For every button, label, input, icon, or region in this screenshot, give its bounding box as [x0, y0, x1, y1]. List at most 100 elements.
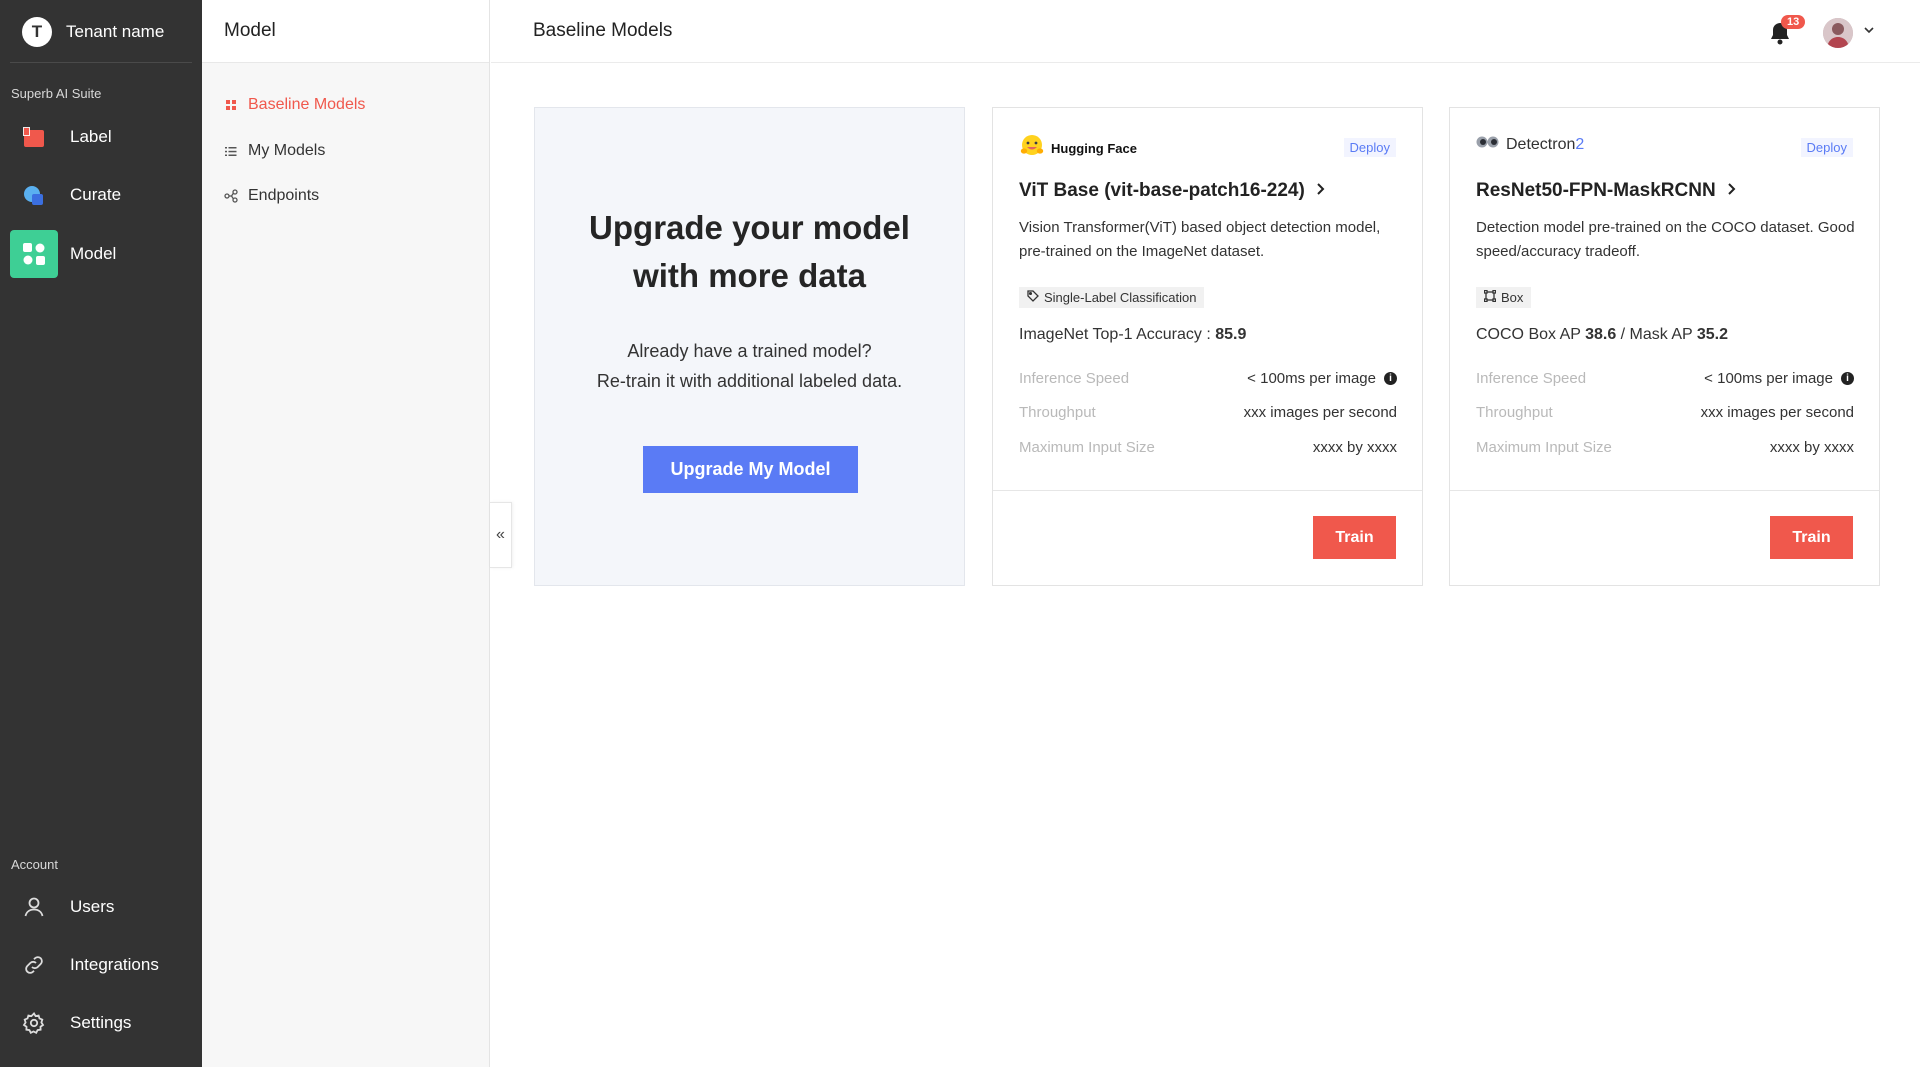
card-divider [1450, 490, 1879, 491]
secondary-sidebar: Model Baseline Models My Models Endpoint… [202, 0, 490, 1067]
sidebar-item-label[interactable]: Label [10, 113, 192, 161]
subnav-item-baseline-models-label: Baseline Models [248, 96, 366, 113]
metric-value: 35.2 [1696, 326, 1728, 343]
sidebar-item-model[interactable]: Model [10, 230, 192, 278]
spec-value-text: < 100ms per image [1704, 370, 1833, 387]
link-icon [20, 951, 48, 979]
model-title: ViT Base (vit-base-patch16-224) [1019, 180, 1305, 201]
model-description: Detection model pre-trained on the COCO … [1476, 219, 1855, 260]
chevron-right-icon [1315, 180, 1325, 202]
model-metric: COCO Box AP 38.6 / Mask AP 35.2 [1476, 326, 1728, 344]
card-divider [993, 490, 1422, 491]
brand-name-accent: 2 [1575, 135, 1585, 153]
task-tag: Box [1476, 287, 1532, 308]
metric-value: 38.6 [1585, 326, 1617, 343]
subnav-item-baseline-models[interactable]: Baseline Models [224, 96, 365, 114]
train-button[interactable]: Train [1770, 516, 1853, 559]
model-card-maskrcnn: Detectron2 Deploy ResNet50-FPN-MaskRCNN … [1449, 107, 1880, 586]
spec-throughput: Throughput xxx images per second [1476, 404, 1854, 421]
sidebar-item-settings-text: Settings [70, 1013, 132, 1032]
tag-icon [1027, 290, 1039, 305]
spec-key: Maximum Input Size [1019, 439, 1155, 456]
spec-value: xxxx by xxxx [1312, 439, 1397, 456]
spec-key: Throughput [1019, 404, 1096, 421]
avatar[interactable] [1823, 18, 1853, 48]
deploy-button[interactable]: Deploy [1343, 138, 1396, 157]
chevron-down-icon[interactable] [1863, 24, 1875, 39]
sidebar-divider [10, 62, 192, 63]
sidebar-item-integrations[interactable]: Integrations [10, 941, 192, 989]
endpoints-icon [224, 189, 238, 203]
tenant-switcher[interactable]: T Tenant name [22, 17, 164, 47]
model-icon [10, 230, 58, 278]
suite-section-label: Superb AI Suite [11, 86, 102, 101]
spec-max-input-size: Maximum Input Size xxxx by xxxx [1019, 439, 1397, 456]
model-title: ResNet50-FPN-MaskRCNN [1476, 180, 1716, 201]
metric-label: ImageNet Top-1 Accuracy : [1019, 326, 1216, 343]
sidebar-item-curate-text: Curate [70, 185, 122, 204]
sidebar-item-users[interactable]: Users [10, 883, 192, 931]
account-section-label: Account [11, 857, 58, 872]
top-header: Baseline Models 13 [491, 0, 1920, 63]
subnav-item-my-models[interactable]: My Models [224, 142, 325, 160]
page-title: Baseline Models [533, 20, 673, 41]
primary-sidebar: T Tenant name Superb AI Suite Label Cura… [0, 0, 202, 1067]
detectron-icon [1476, 134, 1500, 155]
upgrade-title: Upgrade your model with more data [535, 204, 964, 300]
notification-badge: 13 [1781, 15, 1806, 29]
gear-icon [20, 1009, 48, 1037]
metric-label: COCO Box AP [1476, 326, 1586, 343]
tenant-name: Tenant name [66, 22, 165, 41]
spec-key: Inference Speed [1476, 370, 1587, 387]
upgrade-my-model-button[interactable]: Upgrade My Model [643, 446, 858, 493]
label-icon [20, 123, 48, 151]
model-title-link[interactable]: ResNet50-FPN-MaskRCNN [1476, 180, 1736, 202]
model-metric: ImageNet Top-1 Accuracy : 85.9 [1019, 326, 1246, 344]
info-icon[interactable]: i [1384, 372, 1397, 385]
spec-key: Throughput [1476, 404, 1553, 421]
subnav-item-my-models-label: My Models [248, 142, 326, 159]
grid-icon [224, 99, 238, 111]
subnav-item-endpoints[interactable]: Endpoints [224, 187, 319, 205]
spec-inference-speed: Inference Speed < 100ms per image i [1476, 370, 1854, 387]
sidebar-item-users-text: Users [70, 897, 115, 916]
hugging-face-icon [1019, 134, 1045, 163]
box-icon [1483, 289, 1497, 305]
upgrade-card: Upgrade your model with more data Alread… [534, 107, 965, 586]
sidebar-item-settings[interactable]: Settings [10, 999, 192, 1047]
curate-icon [20, 181, 48, 209]
subnav-item-endpoints-label: Endpoints [248, 187, 320, 204]
task-tag-label: Single-Label Classification [1044, 290, 1197, 305]
brand-name-part: Detectron [1506, 135, 1576, 153]
train-button[interactable]: Train [1313, 516, 1396, 559]
brand-name: Hugging Face [1051, 141, 1137, 156]
task-tag-label: Box [1501, 290, 1524, 305]
metric-label: / Mask AP [1616, 326, 1697, 343]
user-icon [20, 893, 48, 921]
spec-value: < 100ms per image i [1704, 370, 1854, 387]
sidebar-item-model-text: Model [70, 244, 117, 263]
sidebar-item-integrations-text: Integrations [70, 955, 159, 974]
tenant-avatar: T [22, 17, 52, 47]
sidebar-item-label-text: Label [70, 127, 112, 146]
info-icon[interactable]: i [1841, 372, 1854, 385]
brand-hugging-face: Hugging Face [1019, 134, 1137, 163]
spec-value: xxxx by xxxx [1769, 439, 1854, 456]
spec-value: < 100ms per image i [1247, 370, 1397, 387]
metric-value: 85.9 [1215, 326, 1247, 343]
app-root: T Tenant name Superb AI Suite Label Cura… [0, 0, 1920, 1067]
spec-max-input-size: Maximum Input Size xxxx by xxxx [1476, 439, 1854, 456]
upgrade-title-line1: Upgrade your model [589, 209, 910, 246]
deploy-button[interactable]: Deploy [1800, 138, 1853, 157]
list-icon [224, 146, 238, 157]
spec-inference-speed: Inference Speed < 100ms per image i [1019, 370, 1397, 387]
model-title-link[interactable]: ViT Base (vit-base-patch16-224) [1019, 180, 1325, 202]
brand-name: Detectron2 [1506, 136, 1584, 154]
spec-value: xxx images per second [1700, 404, 1854, 421]
upgrade-text-line1: Already have a trained model? [627, 341, 872, 361]
sidebar-item-curate[interactable]: Curate [10, 171, 192, 219]
spec-key: Inference Speed [1019, 370, 1130, 387]
model-card-vit: Hugging Face Deploy ViT Base (vit-base-p… [992, 107, 1423, 586]
chevron-right-icon [1726, 180, 1736, 202]
collapse-sidebar-button[interactable]: « [490, 502, 512, 568]
